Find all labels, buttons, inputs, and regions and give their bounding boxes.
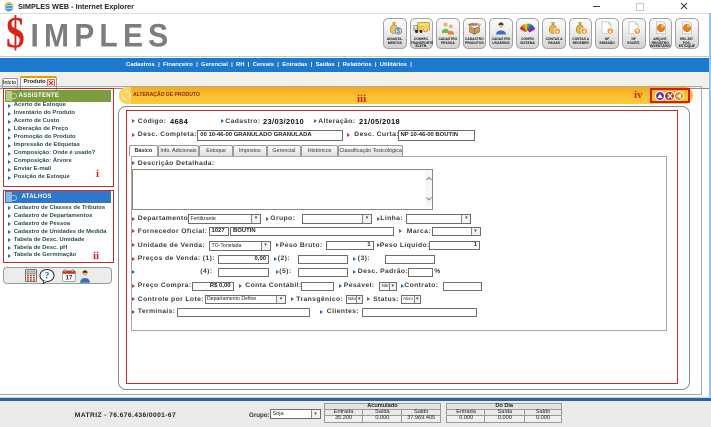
svg-text:17: 17	[66, 275, 73, 281]
svg-text:?: ?	[45, 271, 50, 281]
